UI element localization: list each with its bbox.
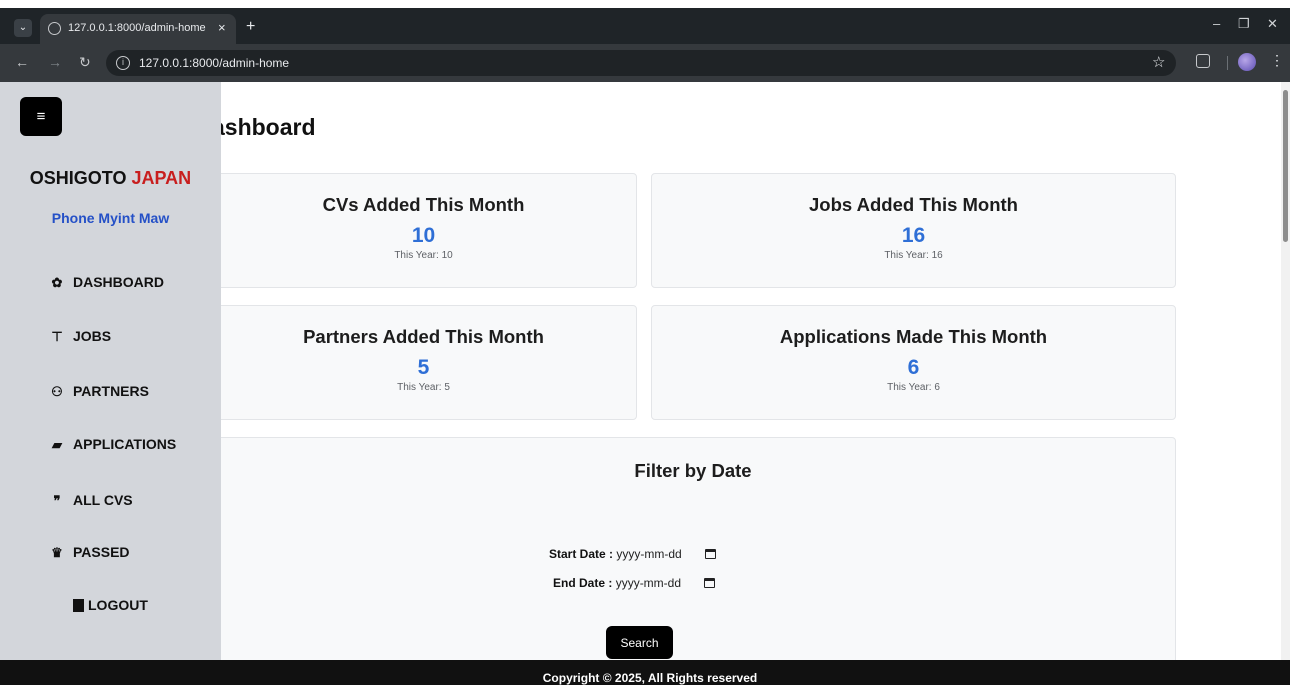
- url-text[interactable]: 127.0.0.1:8000/admin-home: [139, 56, 289, 70]
- start-date-input[interactable]: yyyy-mm-dd: [616, 547, 681, 561]
- stat-value: 6: [907, 356, 920, 379]
- folder-open-icon: ▰: [52, 437, 62, 452]
- sidebar-item-label: PARTNERS: [73, 383, 149, 399]
- thumbtack-icon: ⊤: [51, 329, 63, 344]
- handshake-icon: ⚇: [51, 384, 63, 399]
- toolbar-divider: [1227, 56, 1228, 70]
- sidebar-item-all-cvs[interactable]: ❞ ALL CVS: [47, 492, 133, 509]
- stat-title: Applications Made This Month: [779, 326, 1048, 347]
- stat-value: 5: [417, 356, 430, 379]
- stat-card-jobs: Jobs Added This Month 16 This Year: 16: [651, 173, 1176, 288]
- globe-icon: [48, 22, 61, 35]
- site-info-icon[interactable]: i: [116, 56, 130, 70]
- close-window-icon[interactable]: ✕: [1267, 16, 1278, 32]
- brand-main: OSHIGOTO: [29, 168, 127, 188]
- sidebar-item-jobs[interactable]: ⊤ JOBS: [47, 328, 111, 345]
- filter-panel: Filter by Date Start Date : yyyy-mm-dd E…: [210, 437, 1176, 685]
- new-tab-icon[interactable]: +: [246, 18, 255, 36]
- start-date-row: Start Date : yyyy-mm-dd: [549, 547, 717, 561]
- sidebar-item-label: DASHBOARD: [73, 274, 164, 290]
- bookmark-star-icon[interactable]: ☆: [1152, 53, 1165, 71]
- filter-title: Filter by Date: [634, 460, 752, 481]
- tab-close-icon[interactable]: ×: [218, 20, 226, 35]
- forward-icon[interactable]: →: [48, 54, 62, 70]
- calendar-icon[interactable]: [705, 549, 717, 559]
- browser-tab-bar: ⌄ 127.0.0.1:8000/admin-home × + – ❐ ✕: [0, 8, 1290, 44]
- stat-card-applications: Applications Made This Month 6 This Year…: [651, 305, 1176, 420]
- browser-toolbar: ← → ↻ i 127.0.0.1:8000/admin-home ☆ ⋮: [0, 44, 1290, 82]
- browser-tab[interactable]: 127.0.0.1:8000/admin-home ×: [40, 14, 236, 44]
- profile-avatar[interactable]: [1238, 53, 1256, 71]
- stat-title: Partners Added This Month: [303, 326, 544, 347]
- start-date-label: Start Date :: [549, 547, 614, 561]
- minimize-icon[interactable]: –: [1213, 16, 1220, 31]
- scroll-icon: ❞: [53, 493, 61, 508]
- sidebar-item-dashboard[interactable]: ✿ DASHBOARD: [47, 274, 164, 291]
- end-date-label: End Date :: [553, 576, 613, 590]
- stat-year-total: This Year: 16: [884, 250, 943, 261]
- stat-title: Jobs Added This Month: [809, 194, 1018, 215]
- page: ashboard CVs Added This Month 10 This Ye…: [0, 82, 1290, 685]
- sidebar-item-label: JOBS: [73, 328, 112, 344]
- logout-label: LOGOUT: [88, 597, 148, 613]
- sidebar-item-passed[interactable]: ♛ PASSED: [47, 544, 130, 561]
- sidebar-item-label: APPLICATIONS: [73, 436, 177, 452]
- brand-logo: OSHIGOTO JAPAN: [0, 168, 221, 189]
- door-icon: [72, 598, 84, 613]
- tab-search-dropdown-icon[interactable]: ⌄: [14, 19, 32, 37]
- search-button[interactable]: Search: [606, 626, 673, 659]
- sidebar-item-applications[interactable]: ▰ APPLICATIONS: [47, 436, 176, 453]
- back-icon[interactable]: ←: [15, 54, 29, 70]
- address-bar[interactable]: i 127.0.0.1:8000/admin-home ☆: [106, 50, 1176, 76]
- stat-year-total: This Year: 10: [394, 250, 453, 261]
- tab-title: 127.0.0.1:8000/admin-home: [68, 22, 206, 34]
- sidebar: ≡ OSHIGOTO JAPAN Phone Myint Maw ✿ DASHBO…: [0, 82, 221, 660]
- stat-title: CVs Added This Month: [322, 194, 525, 215]
- stat-year-total: This Year: 5: [397, 382, 450, 393]
- extensions-icon[interactable]: [1196, 54, 1210, 68]
- calendar-icon[interactable]: [704, 578, 716, 588]
- stat-year-total: This Year: 6: [887, 382, 940, 393]
- crown-icon: ♛: [51, 545, 63, 560]
- sidebar-item-partners[interactable]: ⚇ PARTNERS: [47, 383, 149, 400]
- menu-toggle-button[interactable]: ≡: [20, 97, 62, 136]
- page-title: ashboard: [212, 114, 316, 140]
- restore-icon[interactable]: ❐: [1238, 16, 1250, 32]
- browser-menu-icon[interactable]: ⋮: [1270, 52, 1284, 69]
- scrollbar-thumb[interactable]: [1283, 90, 1288, 242]
- sidebar-item-label: PASSED: [73, 544, 130, 560]
- end-date-input[interactable]: yyyy-mm-dd: [616, 576, 681, 590]
- reload-icon[interactable]: ↻: [79, 54, 91, 71]
- stat-card-partners: Partners Added This Month 5 This Year: 5: [210, 305, 637, 420]
- footer: Copyright © 2025, All Rights reserved: [0, 660, 1290, 685]
- brand-accent: JAPAN: [131, 168, 192, 188]
- gear-icon: ✿: [51, 275, 63, 290]
- user-name: Phone Myint Maw: [51, 210, 170, 226]
- logout-button[interactable]: LOGOUT: [72, 597, 148, 613]
- scrollbar[interactable]: [1281, 82, 1290, 662]
- end-date-row-content: End Date : yyyy-mm-dd: [553, 576, 716, 590]
- stat-value: 16: [901, 224, 926, 247]
- sidebar-item-label: ALL CVS: [73, 492, 133, 508]
- stat-value: 10: [411, 224, 436, 247]
- stat-card-cvs: CVs Added This Month 10 This Year: 10: [210, 173, 637, 288]
